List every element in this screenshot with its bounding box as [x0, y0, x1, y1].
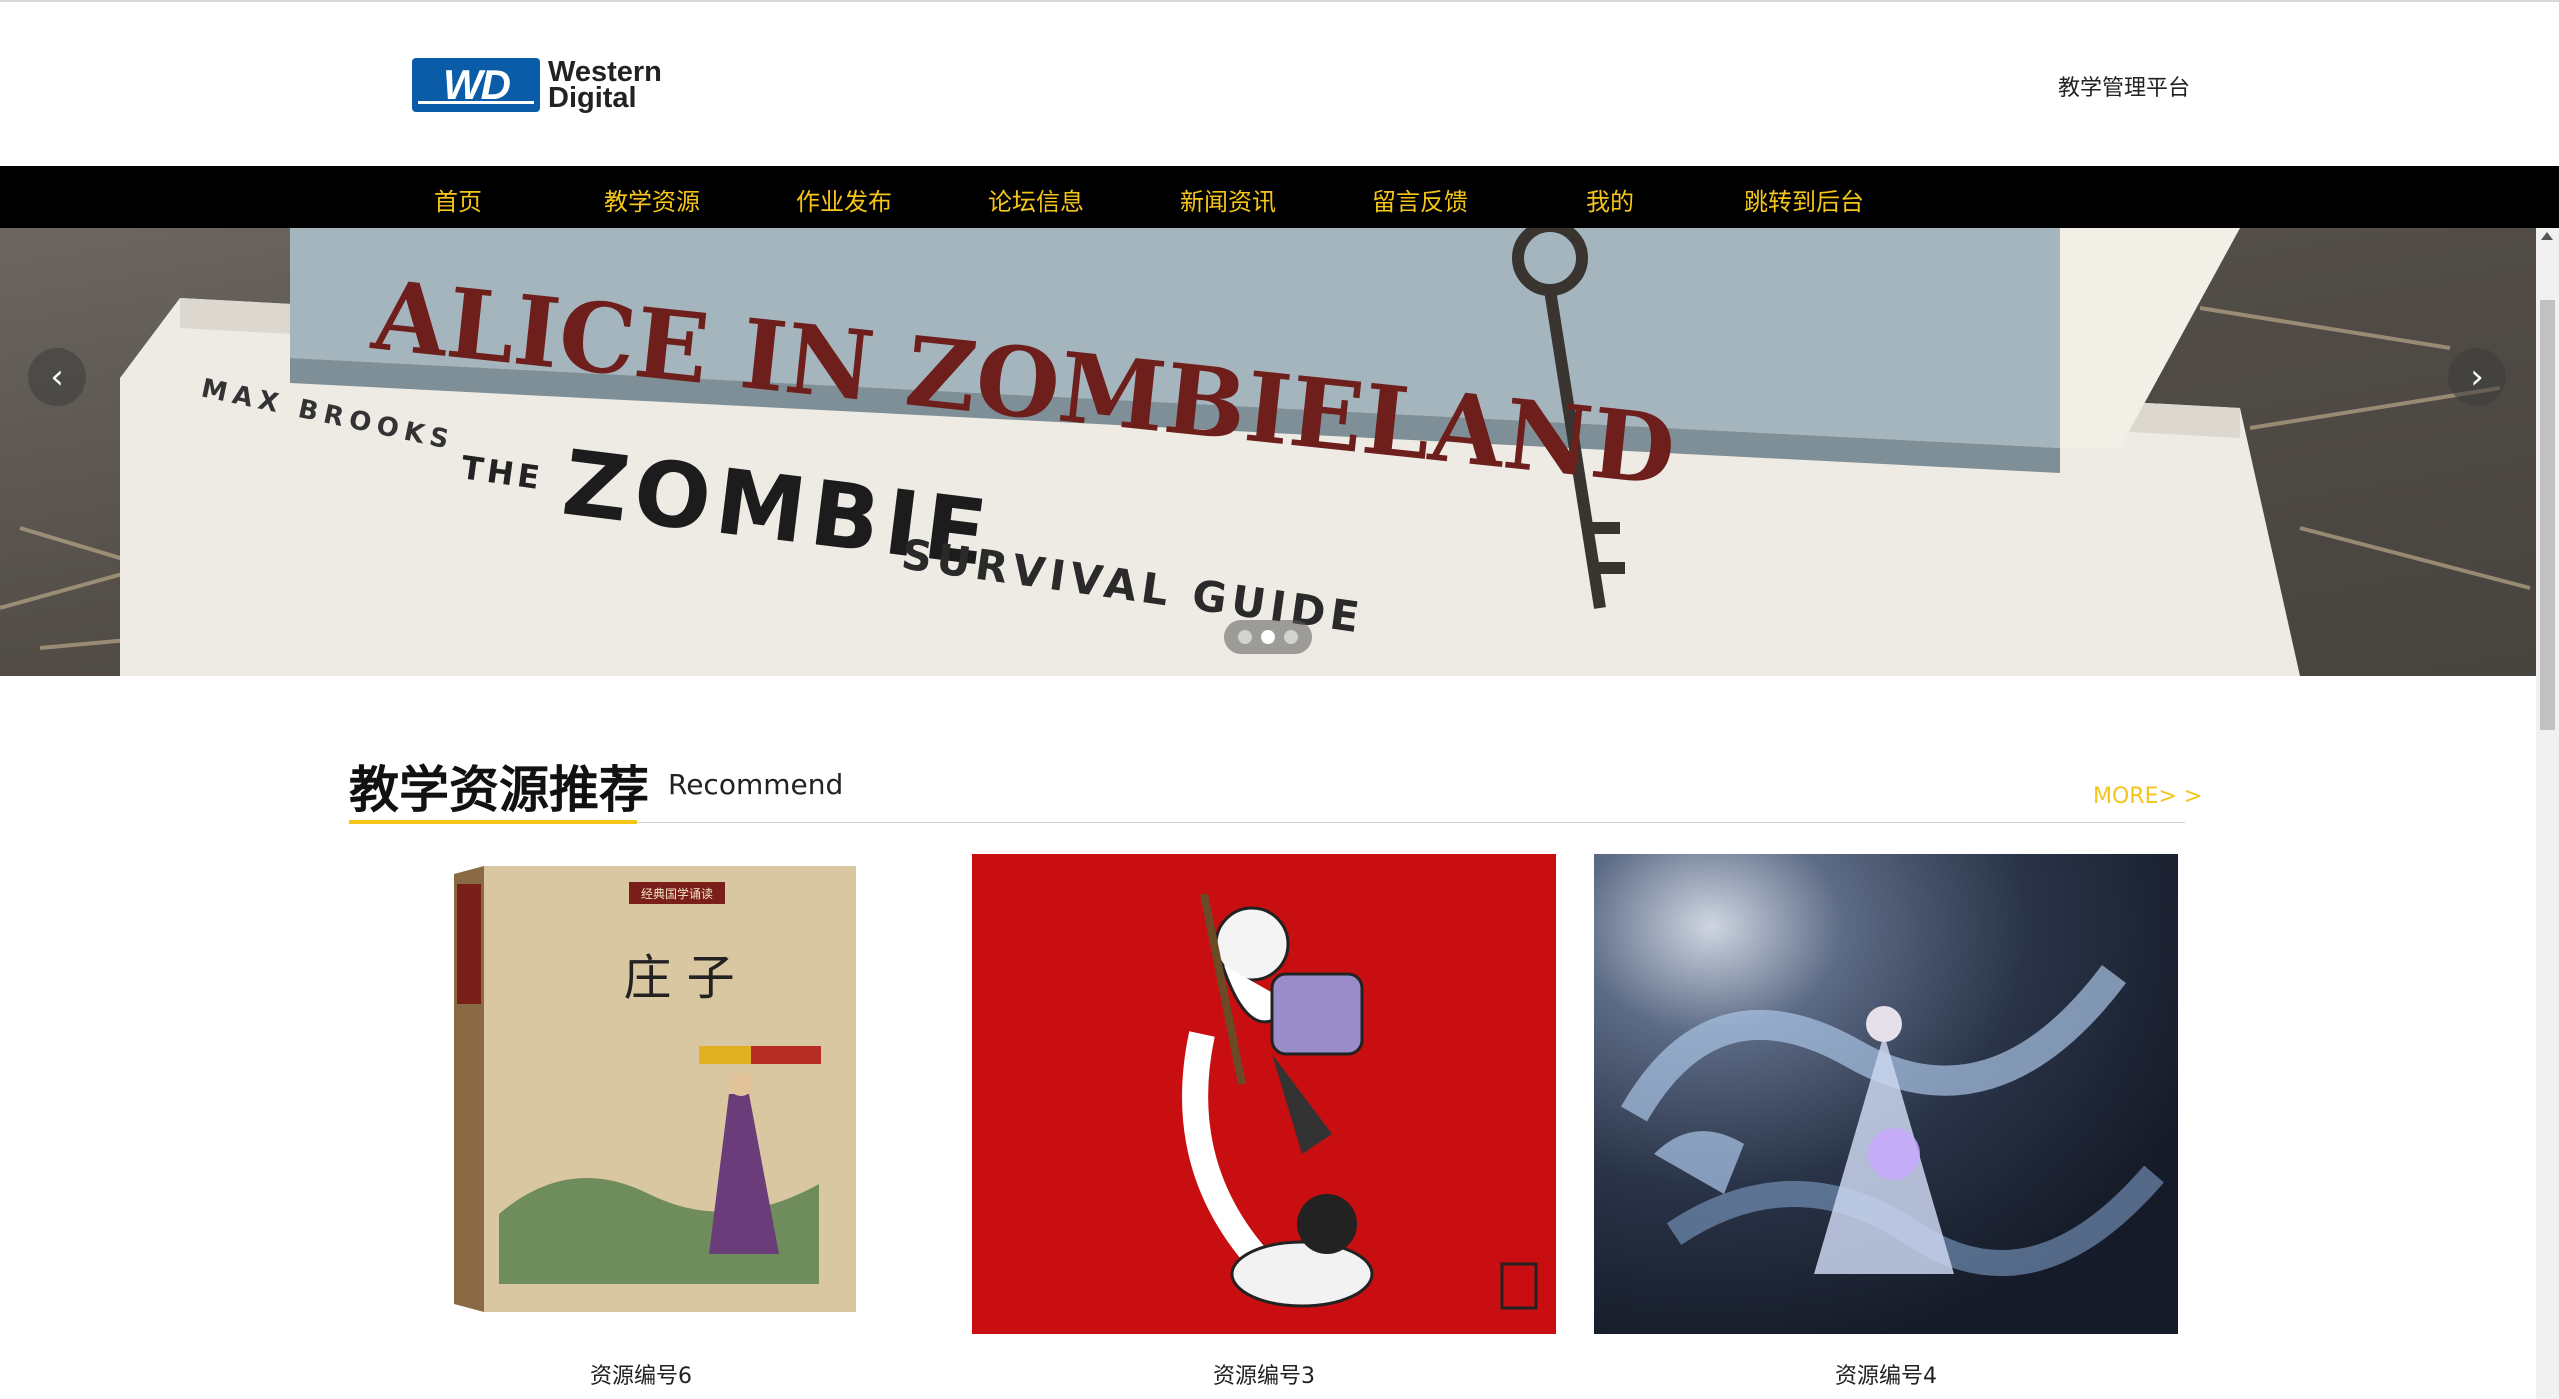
resource-label-1[interactable]: 资源编号6	[349, 1358, 933, 1390]
chevron-left-icon: ‹	[50, 357, 64, 397]
resource-card-image-3[interactable]	[1594, 854, 2178, 1334]
top-border	[0, 0, 2559, 2]
scrollbar-thumb[interactable]	[2540, 300, 2555, 730]
nav-item-admin[interactable]: 跳转到后台	[1744, 182, 1864, 217]
carousel-prev-button[interactable]: ‹	[28, 348, 86, 406]
banner-carousel[interactable]: ALICE IN ZOMBIELAND MAX BROOKS THE ZOMBI…	[0, 228, 2536, 676]
nav-item-home[interactable]: 首页	[434, 182, 482, 217]
nav-item-resources[interactable]: 教学资源	[604, 182, 700, 217]
nav-item-homework[interactable]: 作业发布	[796, 182, 892, 217]
main-nav: 首页 教学资源 作业发布 论坛信息 新闻资讯 留言反馈 我的 跳转到后台	[0, 166, 2559, 228]
section-subtitle: Recommend	[668, 768, 844, 801]
svg-text:庄 子: 庄 子	[623, 950, 734, 1006]
carousel-dot-1[interactable]	[1238, 630, 1252, 644]
carousel-dot-2[interactable]	[1261, 630, 1275, 644]
chevron-right-icon: ›	[2470, 357, 2484, 397]
carousel-next-button[interactable]: ›	[2448, 348, 2506, 406]
western-digital-logo[interactable]: WD Western Digital	[412, 56, 662, 114]
resource-card-image-2[interactable]	[972, 854, 1556, 1334]
wd-logo-mark: WD	[412, 58, 540, 112]
book-cover-image: 经典国学诵读 庄 子	[454, 866, 856, 1312]
scroll-up-icon[interactable]	[2541, 232, 2553, 240]
nav-item-forum[interactable]: 论坛信息	[988, 182, 1084, 217]
logo-wordmark: Western Digital	[548, 56, 662, 114]
teaching-platform-link[interactable]: 教学管理平台	[2058, 70, 2190, 102]
fantasy-dragon-image	[1594, 854, 2178, 1334]
section-accent-bar	[349, 820, 637, 824]
cartoon-illustration-image	[972, 854, 1556, 1334]
nav-item-feedback[interactable]: 留言反馈	[1372, 182, 1468, 217]
banner-image: ALICE IN ZOMBIELAND MAX BROOKS THE ZOMBI…	[0, 228, 2536, 676]
resource-card-image-1[interactable]: 经典国学诵读 庄 子	[349, 854, 933, 1334]
resource-label-3[interactable]: 资源编号4	[1594, 1358, 2178, 1390]
section-title: 教学资源推荐	[349, 761, 649, 819]
carousel-indicators	[1224, 620, 1312, 654]
nav-item-news[interactable]: 新闻资讯	[1180, 182, 1276, 217]
svg-text:经典国学诵读: 经典国学诵读	[641, 886, 713, 901]
more-link[interactable]: MORE> >	[2093, 784, 2202, 809]
carousel-dot-3[interactable]	[1284, 630, 1298, 644]
resource-label-2[interactable]: 资源编号3	[972, 1358, 1556, 1390]
nav-item-mine[interactable]: 我的	[1586, 182, 1634, 217]
